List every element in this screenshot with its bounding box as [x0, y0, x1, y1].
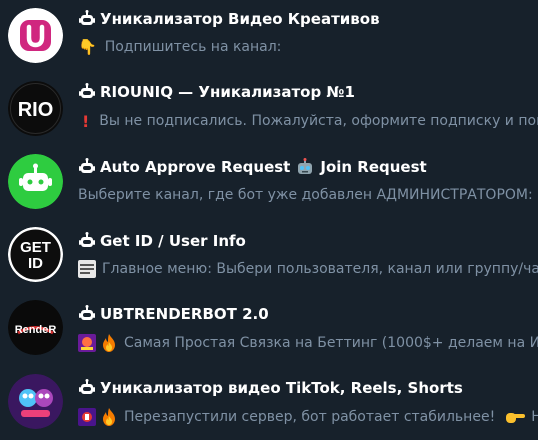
promo-thumbnail-icon	[78, 334, 96, 352]
chat-title-text-part1: Auto Approve Request	[100, 158, 291, 176]
chat-last-message: 👇 Подпишитесь на канал:	[78, 36, 538, 58]
chat-row-auto-approve[interactable]: Auto Approve Request Join Request Выбери…	[0, 146, 538, 219]
fire-icon	[102, 334, 116, 352]
svg-text:RIO: RIO	[18, 99, 54, 121]
exclamation-icon: !	[82, 111, 90, 131]
bot-icon	[78, 10, 96, 28]
chat-title-text: Уникализатор видео TikTok, Reels, Shorts	[100, 379, 463, 397]
cartoon-robots-icon	[8, 374, 63, 429]
chat-last-message: Выберите канал, где бот уже добавлен АДМ…	[78, 184, 538, 206]
chat-row-riouniq[interactable]: RIO RIOUNIQ — Уникализатор №1 ! Вы не по…	[0, 73, 538, 146]
chat-row-uniq-tiktok[interactable]: Уникализатор видео TikTok, Reels, Shorts…	[0, 366, 538, 439]
chat-avatar	[8, 8, 63, 63]
chat-title-text: RIOUNIQ — Уникализатор №1	[100, 83, 355, 101]
chat-title: Get ID / User Info	[78, 230, 246, 252]
chat-last-message: Главное меню: Выбери пользователя, канал…	[78, 258, 538, 280]
bot-icon	[78, 83, 96, 101]
bot-icon	[78, 305, 96, 323]
chat-list: Уникализатор Видео Креативов 👇 Подпишите…	[0, 0, 538, 440]
chat-message-text: Выберите канал, где бот уже добавлен АДМ…	[78, 187, 533, 203]
svg-text:RendeR: RendeR	[15, 324, 57, 336]
robot-emoji-icon	[298, 158, 313, 174]
chat-message-text: Вы не подписались. Пожалуйста, оформите …	[99, 113, 538, 129]
chat-message-text: Главное меню: Выбери пользователя, канал…	[102, 261, 538, 277]
chat-message-text: Перезапустили сервер, бот работает стаби…	[124, 409, 496, 425]
chat-avatar	[8, 374, 63, 429]
chat-title-text: UBTRENDERBOT 2.0	[100, 305, 269, 323]
svg-text:GET: GET	[20, 239, 51, 256]
chat-title-text: Get ID / User Info	[100, 232, 246, 250]
chat-message-text: Самая Простая Связка на Беттинг (1000$+ …	[124, 335, 538, 351]
chat-last-message: ! Вы не подписались. Пожалуйста, оформит…	[78, 110, 538, 132]
chat-last-message: Самая Простая Связка на Беттинг (1000$+ …	[78, 332, 538, 354]
chat-avatar: RendeR	[8, 300, 63, 355]
fire-icon	[102, 408, 116, 426]
bot-icon	[78, 232, 96, 250]
chat-title: UBTRENDERBOT 2.0	[78, 303, 269, 325]
chat-message-text: Подпишитесь на канал:	[104, 39, 282, 55]
chat-avatar	[8, 154, 63, 209]
robot-face-icon	[8, 154, 63, 209]
bot-icon	[78, 158, 96, 176]
chat-message-tail: Н	[531, 409, 538, 425]
server-thumbnail-icon	[78, 408, 96, 426]
hand-pointing-down-icon: 👇	[78, 38, 97, 56]
chat-title: RIOUNIQ — Уникализатор №1	[78, 81, 355, 103]
render-logo-icon: RendeR	[8, 300, 63, 355]
chat-row-uniq-video[interactable]: Уникализатор Видео Креативов 👇 Подпишите…	[0, 0, 538, 73]
chat-title: Auto Approve Request Join Request	[78, 156, 427, 178]
chat-row-get-id[interactable]: GET ID Get ID / User Info Главное меню: …	[0, 219, 538, 292]
uniq-logo-icon	[8, 8, 63, 63]
chat-avatar: GET ID	[8, 227, 63, 282]
hand-pointing-right-icon	[506, 413, 526, 423]
chat-title-text-part2: Join Request	[320, 158, 427, 176]
svg-text:ID: ID	[28, 255, 43, 272]
chat-row-ubtrenderbot[interactable]: RendeR UBTRENDERBOT 2.0 Самая Простая Св…	[0, 292, 538, 365]
chat-title: Уникализатор видео TikTok, Reels, Shorts	[78, 377, 463, 399]
menu-thumbnail-icon	[78, 260, 96, 278]
chat-title: Уникализатор Видео Креативов	[78, 8, 380, 30]
chat-last-message: Перезапустили сервер, бот работает стаби…	[78, 406, 538, 428]
rio-logo-icon: RIO	[8, 81, 63, 136]
get-id-logo-icon: GET ID	[8, 227, 63, 282]
chat-avatar: RIO	[8, 81, 63, 136]
chat-title-text: Уникализатор Видео Креативов	[100, 10, 380, 28]
bot-icon	[78, 379, 96, 397]
